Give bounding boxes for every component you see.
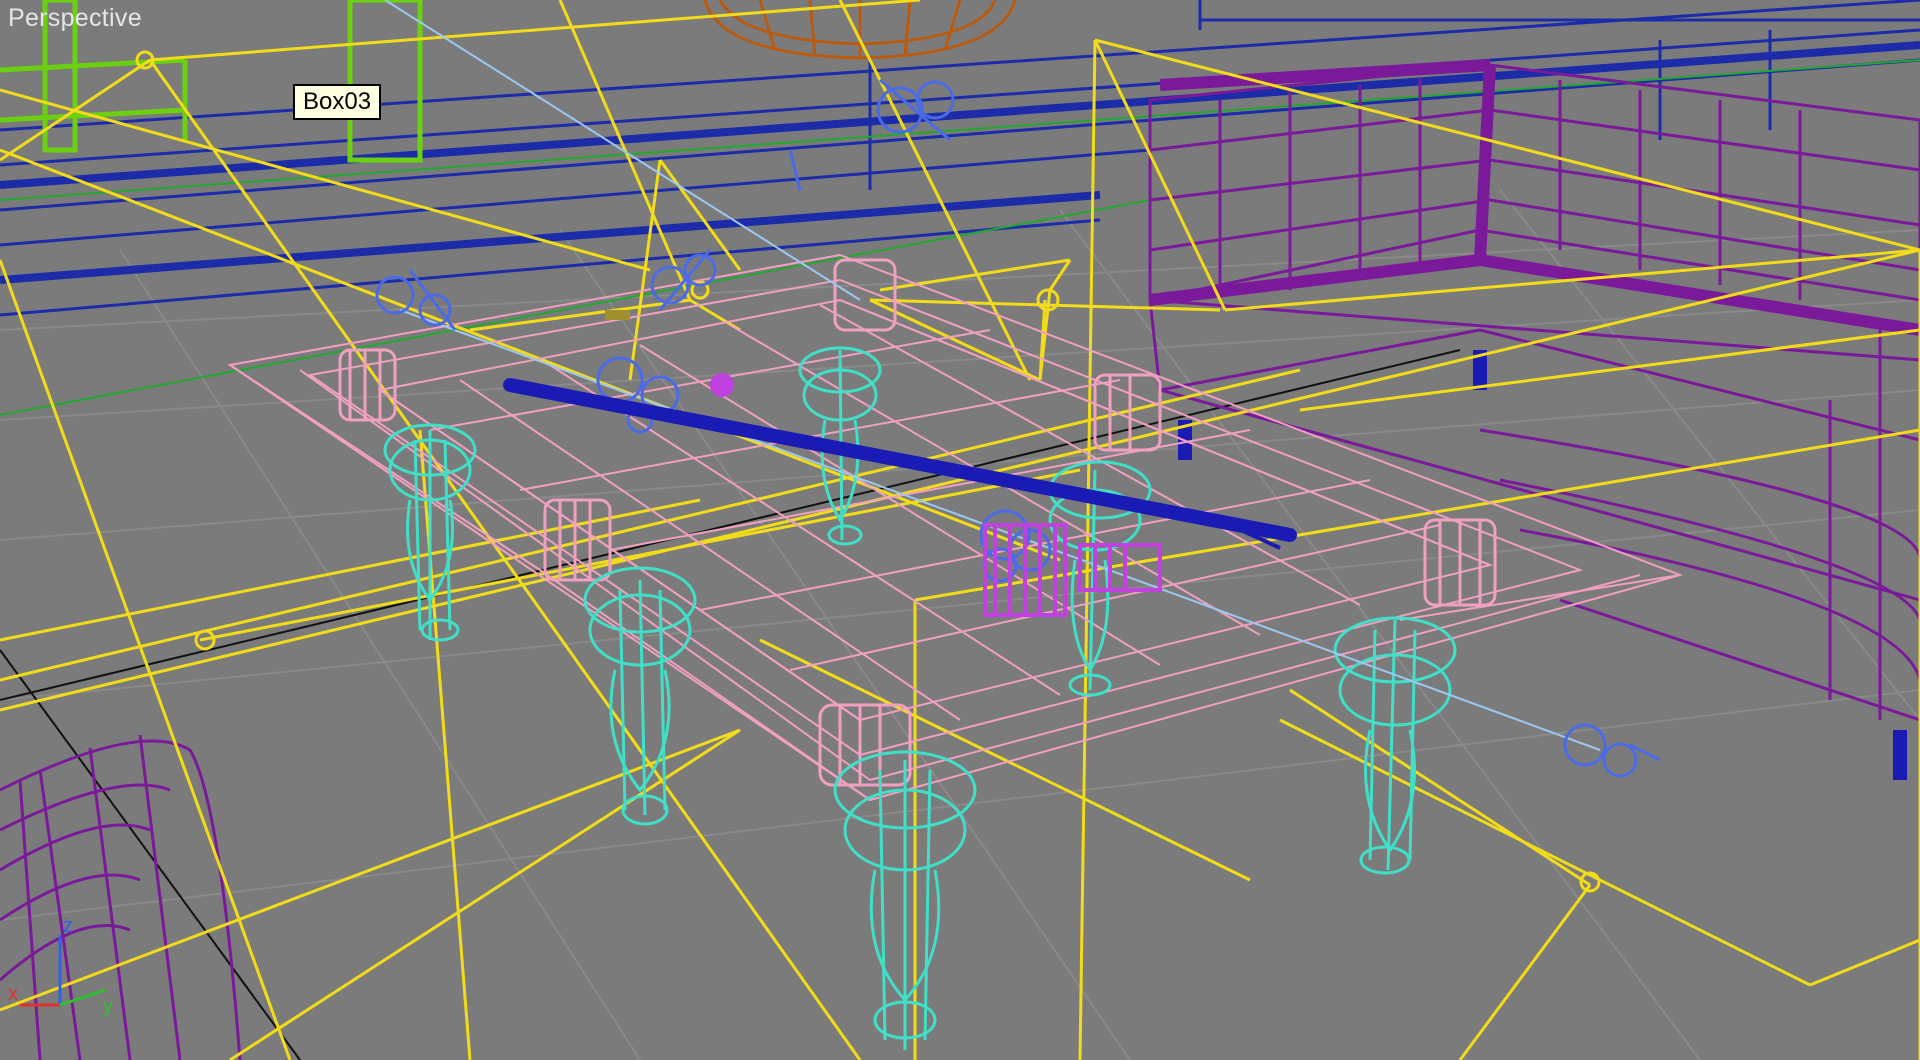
cue-stick[interactable] — [503, 378, 1297, 542]
table-leg — [833, 750, 977, 1050]
light-icon[interactable] — [1563, 723, 1661, 778]
table-leg — [1333, 616, 1457, 875]
object-name-tooltip: Box03 — [293, 84, 382, 120]
gizmo-boxes — [0, 0, 1920, 1060]
armchair-wireframe — [0, 734, 242, 1060]
perspective-viewport[interactable]: z x y Perspective Box03 — [0, 0, 1920, 1060]
axis-gizmo-z-label: z — [63, 915, 73, 937]
billiard-ball[interactable] — [710, 373, 734, 397]
table-legs — [383, 346, 1457, 1050]
back-wall-wireframe — [0, 0, 1920, 416]
table-leg — [383, 423, 477, 642]
camera-icon[interactable] — [605, 310, 630, 320]
axis-gizmo-y-label: y — [103, 995, 113, 1017]
lamp-wireframe — [703, 0, 1017, 60]
axis-gizmo-x-label: x — [8, 983, 18, 1005]
scene-wireframe[interactable]: z x y — [0, 0, 1920, 1060]
grid-axis-line-2 — [0, 649, 301, 1060]
viewport-label[interactable]: Perspective — [8, 4, 142, 33]
sofa-wireframe — [1148, 63, 1920, 722]
